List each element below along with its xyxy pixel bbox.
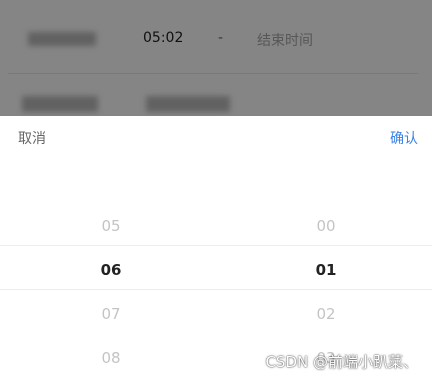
confirm-button[interactable]: 确认 [390, 128, 418, 148]
hour-column[interactable]: 05 06 07 08 [11, 204, 211, 380]
hour-option[interactable]: 05 [11, 204, 211, 248]
minute-option-selected[interactable]: 01 [226, 248, 426, 292]
minute-option[interactable]: 02 [226, 292, 426, 336]
hour-option-selected[interactable]: 06 [11, 248, 211, 292]
hour-option[interactable]: 08 [11, 336, 211, 380]
picker-toolbar: 取消 确认 [0, 116, 432, 158]
time-picker-sheet: 取消 确认 05 06 07 08 00 01 02 03 CSDN @前端小趴… [0, 116, 432, 382]
csdn-watermark: CSDN @前端小趴菜、 [265, 353, 418, 371]
cancel-button[interactable]: 取消 [18, 128, 46, 148]
minute-option[interactable]: 00 [226, 204, 426, 248]
hour-option[interactable]: 07 [11, 292, 211, 336]
